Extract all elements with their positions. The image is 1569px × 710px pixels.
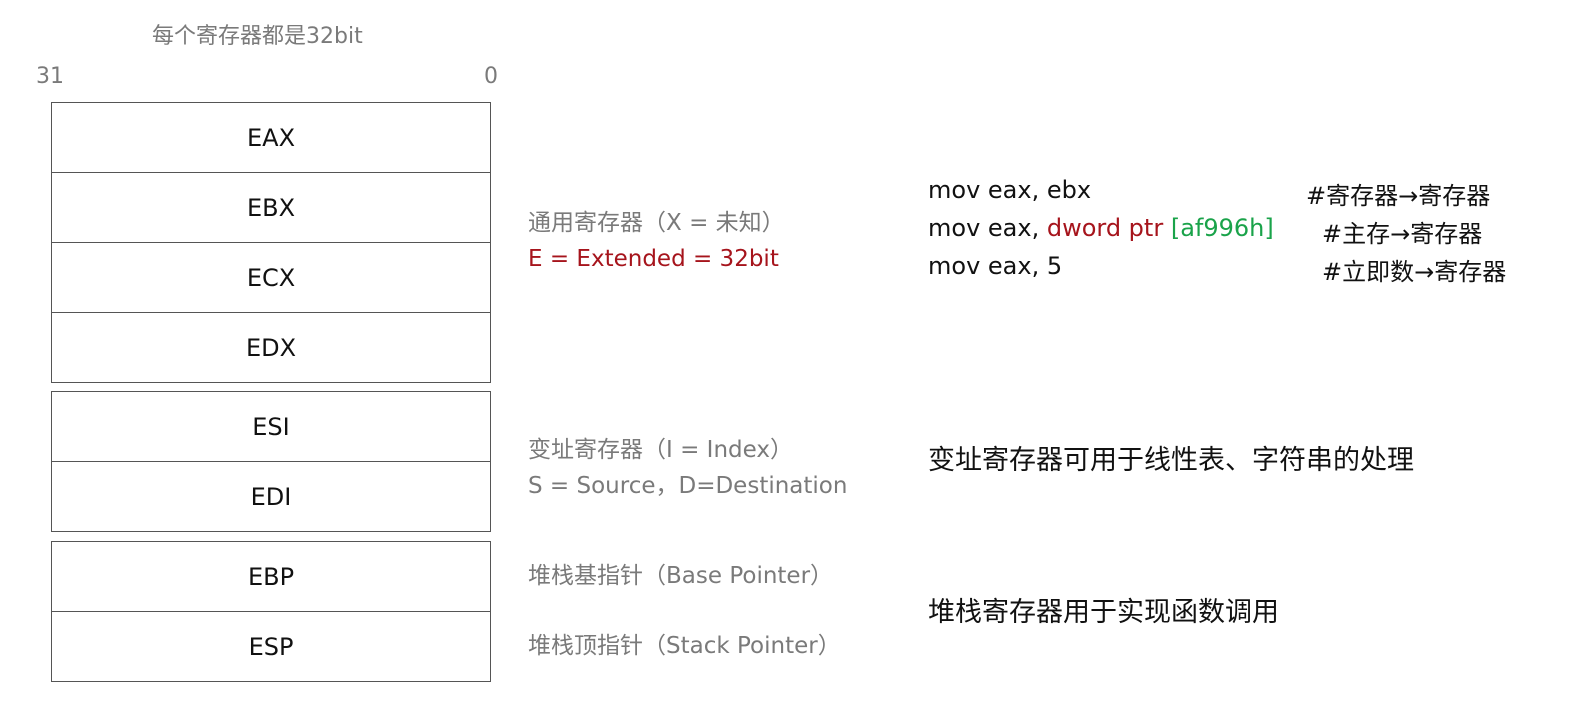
note-index-usage: 变址寄存器可用于线性表、字符串的处理	[928, 445, 1414, 476]
desc-ebp: 堆栈基指针（Base Pointer）	[528, 563, 834, 589]
register-eax: EAX	[246, 123, 296, 152]
register-esi: ESI	[252, 412, 290, 441]
register-esp: ESP	[52, 611, 490, 681]
code-line-1: mov eax, ebx	[928, 176, 1092, 204]
bit-label-high: 31	[36, 64, 64, 89]
code-comment-3: #立即数→寄存器	[1322, 258, 1507, 286]
register-edx: EDX	[52, 312, 490, 382]
desc-general: 通用寄存器（X = 未知） E = Extended = 32bit	[528, 205, 785, 277]
register-edi: EDI	[52, 461, 490, 531]
code-line-2-prefix: mov eax,	[928, 214, 1047, 242]
code-line-2-ptr: dword ptr	[1046, 214, 1164, 242]
desc-index-title: 变址寄存器（I = Index）	[528, 437, 793, 463]
note-stack-usage: 堆栈寄存器用于实现函数调用	[928, 597, 1279, 628]
desc-general-title: 通用寄存器（X = 未知）	[528, 210, 785, 236]
register-ecx: ECX	[52, 242, 490, 312]
register-group-index: ESI EDI	[51, 391, 491, 532]
desc-index-source-dest: S = Source，D=Destination	[528, 473, 848, 499]
code-line-3: mov eax, 5	[928, 252, 1063, 280]
diagram-title: 每个寄存器都是32bit	[152, 24, 363, 49]
desc-general-extended: E = Extended = 32bit	[528, 246, 779, 272]
register-ebp: EBP	[247, 562, 295, 591]
desc-esp: 堆栈顶指针（Stack Pointer）	[528, 633, 841, 659]
code-line-2: mov eax, dword ptr [af996h]	[928, 214, 1274, 242]
code-line-2-addr: [af996h]	[1170, 214, 1274, 242]
register-group-stack: EBP ESP	[51, 541, 491, 682]
desc-index: 变址寄存器（I = Index） S = Source，D=Destinatio…	[528, 432, 847, 504]
bit-label-low: 0	[484, 64, 498, 89]
register-ebx: EBX	[52, 172, 490, 242]
code-comment-2: #主存→寄存器	[1322, 220, 1483, 248]
register-group-general: EAX EBX ECX EDX	[51, 102, 491, 383]
code-comment-1: #寄存器→寄存器	[1306, 182, 1491, 210]
